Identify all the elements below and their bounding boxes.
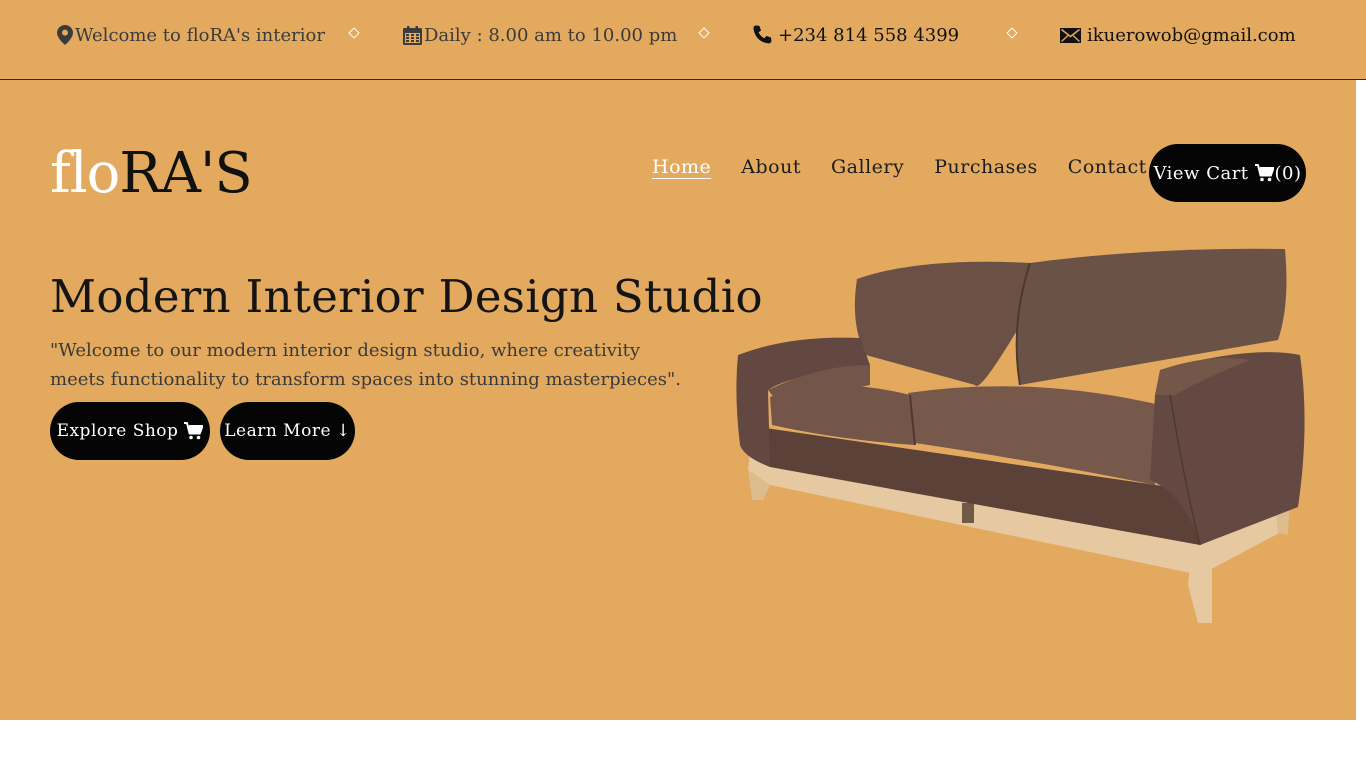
view-cart-label: View Cart xyxy=(1153,162,1249,184)
logo-part-flo: flo xyxy=(50,141,120,206)
learn-more-button[interactable]: Learn More ↓ xyxy=(220,402,355,460)
nav-about[interactable]: About xyxy=(741,156,801,184)
cart-icon xyxy=(1254,164,1274,182)
phone-number[interactable]: +234 814 558 4399 xyxy=(778,25,959,46)
email-address[interactable]: ikuerowob@gmail.com xyxy=(1087,25,1296,46)
welcome-info: Welcome to floRA's interior xyxy=(57,22,325,48)
arrow-down-icon: ↓ xyxy=(336,421,351,441)
nav-gallery[interactable]: Gallery xyxy=(831,156,904,184)
hours-info: Daily : 8.00 am to 10.00 pm xyxy=(403,22,677,48)
email-info[interactable]: ikuerowob@gmail.com xyxy=(1060,22,1296,48)
sofa-image xyxy=(736,248,1305,623)
separator-diamond xyxy=(698,27,710,39)
hero-title: Modern Interior Design Studio xyxy=(50,270,763,323)
view-cart-button[interactable]: View Cart (0) xyxy=(1149,144,1306,202)
welcome-text: Welcome to floRA's interior xyxy=(75,24,325,46)
hero-tagline: "Welcome to our modern interior design s… xyxy=(50,340,681,390)
logo-part-ras: RA'S xyxy=(119,141,252,206)
separator-diamond xyxy=(348,27,360,39)
learn-more-label: Learn More xyxy=(224,421,332,441)
top-info-bar: Welcome to floRA's interior Daily : 8.00… xyxy=(0,0,1366,80)
envelope-icon xyxy=(1060,27,1081,43)
nav-purchases[interactable]: Purchases xyxy=(934,156,1038,184)
calendar-icon xyxy=(403,25,422,45)
map-marker-icon xyxy=(57,25,73,45)
phone-icon xyxy=(753,25,772,44)
explore-shop-label: Explore Shop xyxy=(56,421,179,441)
hero-section: floRA'S Home About Gallery Purchases Con… xyxy=(0,80,1356,720)
hours-text: Daily : 8.00 am to 10.00 pm xyxy=(424,24,678,46)
separator-diamond xyxy=(1006,27,1018,39)
cart-count: (0) xyxy=(1274,162,1302,184)
nav-contact[interactable]: Contact xyxy=(1068,156,1147,184)
main-nav: Home About Gallery Purchases Contact xyxy=(652,156,1177,184)
site-logo[interactable]: floRA'S xyxy=(50,141,253,206)
phone-info[interactable]: +234 814 558 4399 xyxy=(752,22,959,48)
explore-shop-button[interactable]: Explore Shop xyxy=(50,402,210,460)
cart-icon xyxy=(184,422,204,440)
nav-home[interactable]: Home xyxy=(652,156,711,184)
